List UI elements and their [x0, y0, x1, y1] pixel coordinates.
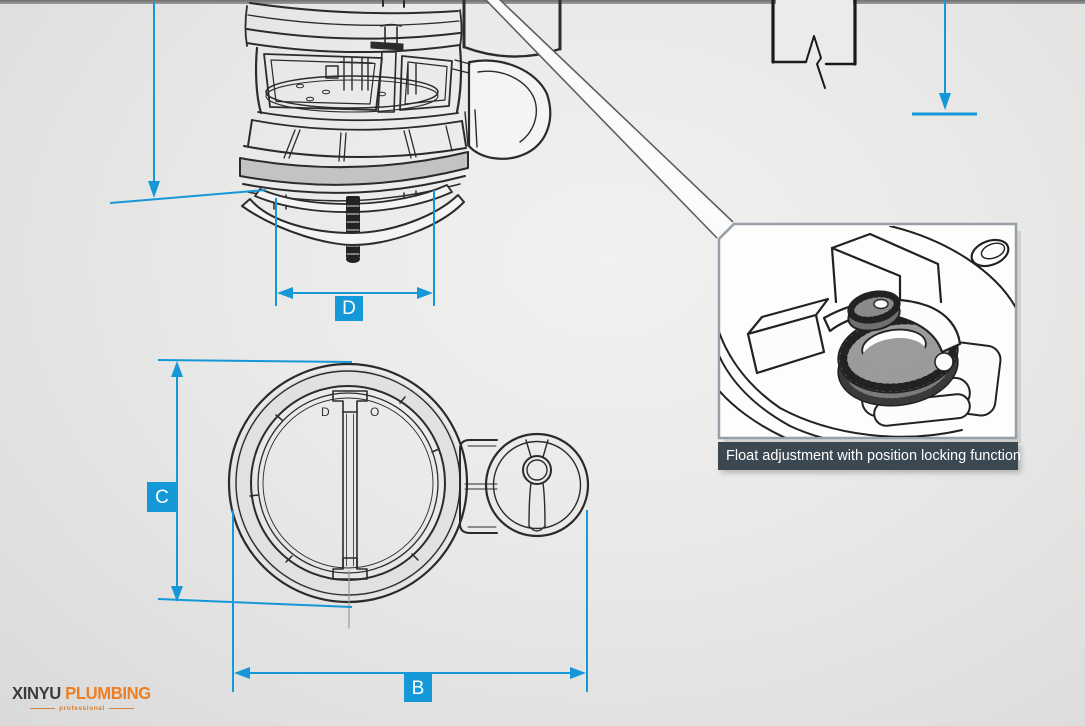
- dimension-d-label: D: [335, 296, 363, 321]
- tagline-rule-right: [109, 708, 134, 709]
- tagline-rule-left: [30, 708, 55, 709]
- topview-mark-o: O: [370, 405, 379, 419]
- fill-valve-drawing: [240, 0, 560, 263]
- brand-logo-tagline-row: professional: [30, 705, 134, 712]
- callout-panel: [483, 0, 1021, 448]
- dimension-height-right: [912, 0, 977, 114]
- brand-logo: XINYU PLUMBING professional: [12, 683, 130, 712]
- technical-diagram-canvas: D O: [0, 0, 1085, 726]
- tank-wall-break-drawing: [773, 0, 855, 88]
- topview-mark-d: D: [321, 405, 330, 419]
- dimension-b-text: B: [412, 679, 425, 698]
- brand-tagline: professional: [59, 705, 105, 712]
- dimension-b-label: B: [404, 674, 432, 702]
- brand-name-primary: XINYU: [12, 683, 61, 703]
- dimension-b: [233, 510, 587, 692]
- dimension-c-label: C: [147, 482, 177, 512]
- callout-caption: Float adjustment with position locking f…: [718, 442, 1018, 470]
- callout-caption-text: Float adjustment with position locking f…: [726, 448, 1021, 464]
- dimension-c-text: C: [155, 488, 169, 507]
- brand-logo-wordmark: XINYU PLUMBING: [12, 683, 124, 704]
- valve-top-view-drawing: D O: [229, 364, 588, 628]
- dimension-d-text: D: [342, 299, 356, 318]
- diagram-page: D O: [0, 0, 1085, 726]
- brand-name-secondary: PLUMBING: [65, 683, 151, 703]
